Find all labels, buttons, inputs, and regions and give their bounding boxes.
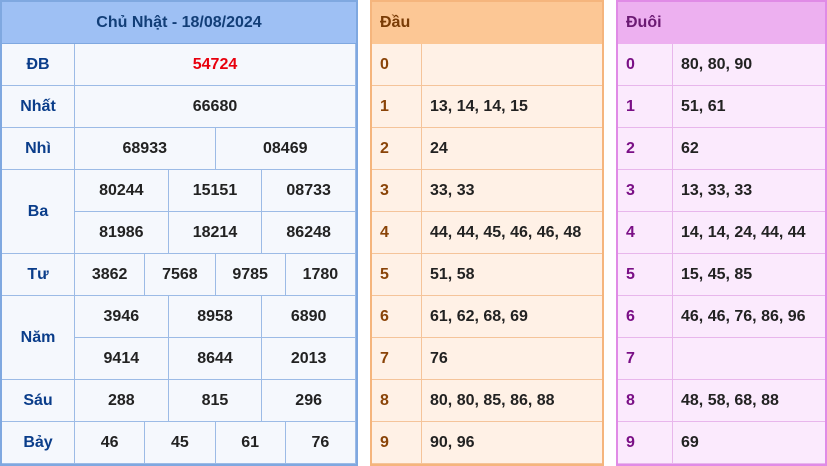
tail-header: Đuôi (618, 2, 673, 44)
prize-label: Nhất (2, 86, 75, 128)
prize-number: 3946 (75, 296, 169, 338)
tail-header-cell (673, 2, 825, 44)
prize-number: 81986 (75, 212, 169, 254)
prize-label: Bảy (2, 422, 75, 464)
head-numbers: 90, 96 (422, 422, 602, 464)
prize-label: Nhì (2, 128, 75, 170)
head-digit: 0 (372, 44, 422, 86)
tail-digit: 9 (618, 422, 673, 464)
head-numbers: 33, 33 (422, 170, 602, 212)
prize-number: 1780 (285, 254, 356, 296)
tail-digit: 6 (618, 296, 673, 338)
tail-numbers: 46, 46, 76, 86, 96 (673, 296, 825, 338)
head-digit: 6 (372, 296, 422, 338)
tail-numbers: 69 (673, 422, 825, 464)
prize-number: 8644 (168, 338, 263, 380)
head-numbers: 80, 80, 85, 86, 88 (422, 380, 602, 422)
tail-digit: 0 (618, 44, 673, 86)
head-digit: 3 (372, 170, 422, 212)
tail-digit: 3 (618, 170, 673, 212)
prize-number: 68933 (75, 128, 216, 170)
head-numbers: 61, 62, 68, 69 (422, 296, 602, 338)
prize-number: 8958 (168, 296, 263, 338)
prize-number: 815 (168, 380, 263, 422)
head-numbers: 44, 44, 45, 46, 46, 48 (422, 212, 602, 254)
tail-numbers: 15, 45, 85 (673, 254, 825, 296)
prize-number: 9785 (215, 254, 286, 296)
special-prize-number: 54724 (75, 44, 356, 86)
prize-number: 80244 (75, 170, 169, 212)
head-numbers: 24 (422, 128, 602, 170)
head-digit-table: Đầu 0 1 13, 14, 14, 15 2 24 3 33, 33 4 44, 44, 45… (370, 0, 604, 466)
tail-numbers: 13, 33, 33 (673, 170, 825, 212)
tail-digit: 5 (618, 254, 673, 296)
draw-date-title: Chủ Nhật - 18/08/2024 (2, 2, 356, 44)
head-digit: 2 (372, 128, 422, 170)
prize-number: 15151 (168, 170, 263, 212)
tail-numbers: 51, 61 (673, 86, 825, 128)
head-header: Đầu (372, 2, 422, 44)
head-numbers: 76 (422, 338, 602, 380)
prize-number: 61 (215, 422, 286, 464)
tail-digit: 2 (618, 128, 673, 170)
head-numbers (422, 44, 602, 86)
tail-numbers: 48, 58, 68, 88 (673, 380, 825, 422)
tail-digit-table: Đuôi 0 80, 80, 90 1 51, 61 2 62 3 13, 33, 33 4 14,… (616, 0, 827, 466)
prize-label: Tư (2, 254, 75, 296)
prize-number: 66680 (75, 86, 356, 128)
tail-digit: 7 (618, 338, 673, 380)
head-header-cell (422, 2, 602, 44)
prize-label: Sáu (2, 380, 75, 422)
prize-label: Ba (2, 170, 75, 254)
prize-label: ĐB (2, 44, 75, 86)
prize-number: 2013 (262, 338, 356, 380)
tail-digit: 1 (618, 86, 673, 128)
head-digit: 4 (372, 212, 422, 254)
head-numbers: 51, 58 (422, 254, 602, 296)
prize-number: 08469 (215, 128, 356, 170)
prize-label: Năm (2, 296, 75, 380)
prize-number: 08733 (262, 170, 356, 212)
results-table: Chủ Nhật - 18/08/2024 ĐB 54724 Nhất 66680 Nhì… (0, 0, 358, 466)
prize-number: 45 (145, 422, 216, 464)
prize-number: 6890 (262, 296, 356, 338)
prize-number: 18214 (168, 212, 263, 254)
tail-numbers: 14, 14, 24, 44, 44 (673, 212, 825, 254)
head-digit: 1 (372, 86, 422, 128)
prize-number: 7568 (145, 254, 216, 296)
prize-number: 76 (285, 422, 356, 464)
head-digit: 8 (372, 380, 422, 422)
tail-numbers: 62 (673, 128, 825, 170)
head-digit: 7 (372, 338, 422, 380)
tail-digit: 8 (618, 380, 673, 422)
prize-number: 3862 (75, 254, 146, 296)
head-numbers: 13, 14, 14, 15 (422, 86, 602, 128)
tail-numbers: 80, 80, 90 (673, 44, 825, 86)
tail-numbers (673, 338, 825, 380)
prize-number: 296 (262, 380, 356, 422)
tail-digit: 4 (618, 212, 673, 254)
head-digit: 9 (372, 422, 422, 464)
prize-number: 9414 (75, 338, 169, 380)
head-digit: 5 (372, 254, 422, 296)
prize-number: 288 (75, 380, 169, 422)
prize-number: 86248 (262, 212, 356, 254)
prize-number: 46 (75, 422, 146, 464)
